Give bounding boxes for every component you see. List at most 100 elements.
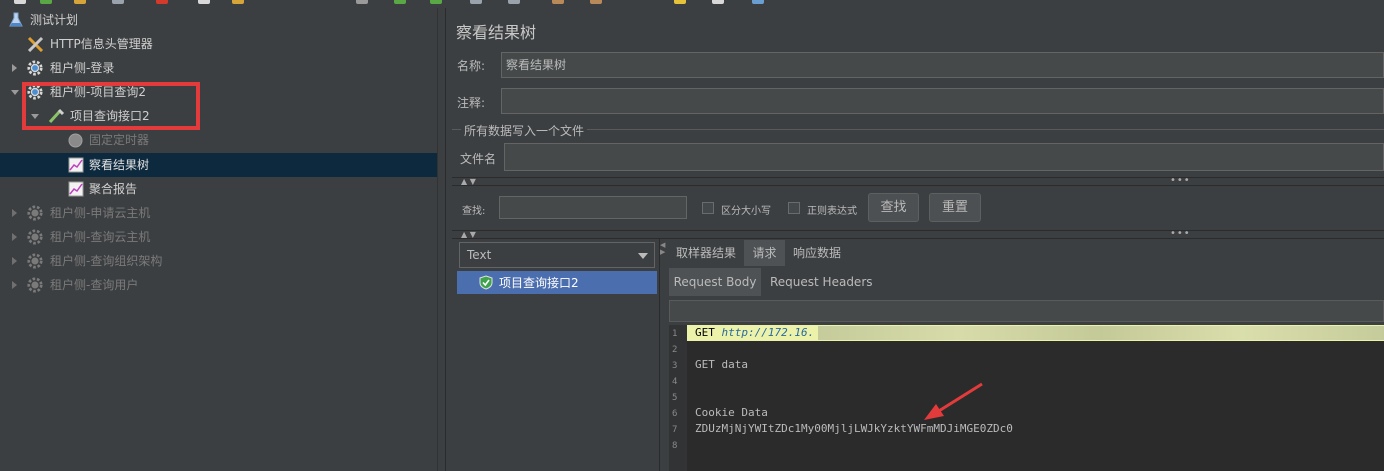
line-number: 1 [672, 329, 678, 339]
tree-item-test-plan[interactable]: 测试计划 [0, 8, 437, 32]
expand-arrow-icon[interactable] [12, 64, 17, 72]
pane-splitter[interactable] [437, 8, 446, 471]
comment-field[interactable] [501, 88, 1384, 114]
reset-button-label: 重置 [941, 200, 968, 215]
tab-label: 取样器结果 [676, 246, 737, 260]
open-icon[interactable] [74, 0, 86, 4]
filename-label: 文件名 [460, 152, 497, 166]
splitter-arrows-icon[interactable]: ◀ ▶ [660, 242, 665, 256]
search-input[interactable] [499, 196, 687, 219]
line-number: 2 [672, 345, 678, 355]
filename-field[interactable] [504, 143, 1384, 171]
write-all-label: 所有数据写入一个文件 [461, 122, 588, 139]
tree-item-constant-timer[interactable]: 固定定时器 [0, 128, 437, 152]
paste-icon[interactable] [232, 0, 244, 4]
start-no-pause-icon[interactable] [430, 0, 442, 4]
tree-item-label: 租户侧-登录 [50, 61, 115, 75]
clear-icon[interactable] [552, 0, 564, 4]
code-line-6: Cookie Data [695, 406, 768, 419]
search-tool-icon[interactable] [674, 0, 686, 4]
tab-request-headers[interactable]: Request Headers [770, 268, 880, 296]
tree-item-label: 察看结果树 [89, 158, 150, 172]
stop-icon[interactable] [470, 0, 482, 4]
find-button[interactable]: 查找 [868, 193, 919, 222]
expand-arrow-icon[interactable] [12, 257, 17, 265]
tab-label: 请求 [752, 246, 777, 260]
tree-item-query-org[interactable]: 租户侧-查询组织架构 [0, 249, 437, 273]
tree-item-query-vm[interactable]: 租户侧-查询云主机 [0, 225, 437, 249]
help-icon[interactable] [752, 0, 764, 4]
collapse-arrows-icon[interactable]: ▲ ▼ [461, 177, 476, 186]
tab-label: Request Body [673, 275, 757, 289]
save-icon[interactable] [112, 0, 124, 4]
copy-icon[interactable] [198, 0, 210, 4]
results-splitter[interactable] [659, 239, 666, 471]
expand-icon[interactable] [356, 0, 368, 4]
tab-response-data[interactable]: 响应数据 [789, 240, 853, 266]
regex-label: 正则表达式 [807, 206, 857, 217]
tab-request[interactable]: 请求 [744, 240, 785, 266]
sample-result-item[interactable]: 项目查询接口2 [457, 271, 657, 294]
tree-item-aggregate-report[interactable]: 聚合报告 [0, 177, 437, 201]
line-number: 7 [672, 425, 678, 435]
redacted-url-blur [818, 326, 1384, 340]
chart-icon [68, 181, 84, 197]
tree-item-label: 租户侧-申请云主机 [50, 206, 151, 220]
gear-icon [27, 60, 43, 76]
function-helper-icon[interactable] [712, 0, 724, 4]
panel-title: 察看结果树 [456, 23, 537, 42]
clear-all-icon[interactable] [590, 0, 602, 4]
comment-label: 注释: [457, 96, 486, 110]
timer-icon [68, 133, 83, 148]
dropdown-arrow-icon [638, 253, 648, 259]
line-number: 6 [672, 409, 678, 419]
name-field[interactable]: 察看结果树 [501, 52, 1384, 78]
expand-arrow-icon[interactable] [12, 281, 17, 289]
expand-arrow-icon[interactable] [12, 209, 17, 217]
start-icon[interactable] [394, 0, 406, 4]
divider[interactable] [452, 230, 1384, 239]
tree-item-label: 租户侧-查询组织架构 [50, 254, 163, 268]
tab-sampler-result[interactable]: 取样器结果 [670, 240, 748, 266]
cut-icon[interactable] [156, 0, 168, 4]
drag-handle-icon[interactable]: ••• [1170, 175, 1191, 186]
reset-button[interactable]: 重置 [929, 193, 981, 222]
tree-item-apply-vm[interactable]: 租户侧-申请云主机 [0, 201, 437, 225]
tree-item-label: HTTP信息头管理器 [50, 37, 153, 51]
shutdown-icon[interactable] [508, 0, 520, 4]
flask-icon [9, 12, 23, 27]
success-shield-icon [479, 275, 493, 290]
code-search-bar[interactable] [669, 300, 1384, 322]
collapse-arrow-icon[interactable] [11, 90, 19, 95]
tree-item-login[interactable]: 租户侧-登录 [0, 56, 437, 80]
code-url: http://172.16. [721, 326, 815, 339]
line-number: 3 [672, 361, 678, 371]
collapse-arrows-icon[interactable]: ▲ ▼ [461, 230, 476, 239]
renderer-select[interactable]: Text [459, 242, 655, 268]
annotation-highlight-box [22, 82, 200, 130]
request-body-editor[interactable] [669, 325, 1384, 471]
templates-icon[interactable] [40, 0, 52, 4]
gear-icon [27, 229, 43, 245]
gear-icon [27, 205, 43, 221]
gear-icon [27, 277, 43, 293]
expand-arrow-icon[interactable] [12, 233, 17, 241]
line-number: 8 [672, 441, 678, 451]
tree-item-label: 租户侧-查询云主机 [50, 230, 151, 244]
tree-item-http-header-manager[interactable]: HTTP信息头管理器 [0, 32, 437, 56]
line-number: 5 [672, 393, 678, 403]
tree-item-label: 租户侧-查询用户 [50, 278, 139, 292]
tree-item-view-results-tree[interactable]: 察看结果树 [0, 153, 437, 177]
line-numbers: 1 2 3 4 5 6 7 8 [672, 326, 677, 454]
new-icon[interactable] [14, 0, 26, 4]
drag-handle-icon[interactable]: ••• [1170, 228, 1191, 239]
line-number: 4 [672, 377, 678, 387]
regex-checkbox[interactable] [788, 202, 800, 214]
divider[interactable] [452, 177, 1384, 186]
search-label: 查找: [462, 206, 486, 217]
tab-request-body[interactable]: Request Body [669, 268, 761, 296]
tree-item-query-user[interactable]: 租户侧-查询用户 [0, 273, 437, 297]
tab-label: Request Headers [770, 275, 873, 289]
tree-item-label: 聚合报告 [89, 182, 138, 196]
case-sensitive-checkbox[interactable] [702, 202, 714, 214]
